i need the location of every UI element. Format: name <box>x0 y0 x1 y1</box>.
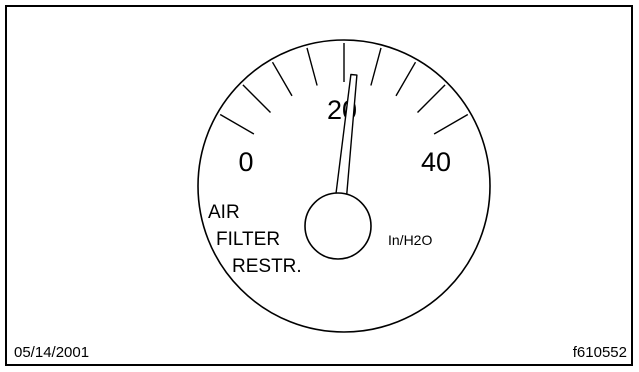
footer-figure-id: f610552 <box>572 344 627 361</box>
gauge-hub <box>304 192 372 260</box>
air-filter-gauge: 0 20 40 AIR FILTER RESTR. In/H2O <box>197 39 491 333</box>
scale-label-0: 0 <box>238 147 253 177</box>
footer-date: 05/14/2001 <box>14 344 90 361</box>
gauge-label-air: AIR <box>208 202 240 223</box>
scale-label-40: 40 <box>421 147 451 177</box>
gauge-label-filter: FILTER <box>216 229 280 250</box>
gauge-unit: In/H2O <box>388 232 432 248</box>
gauge-label-restr: RESTR. <box>232 256 302 277</box>
